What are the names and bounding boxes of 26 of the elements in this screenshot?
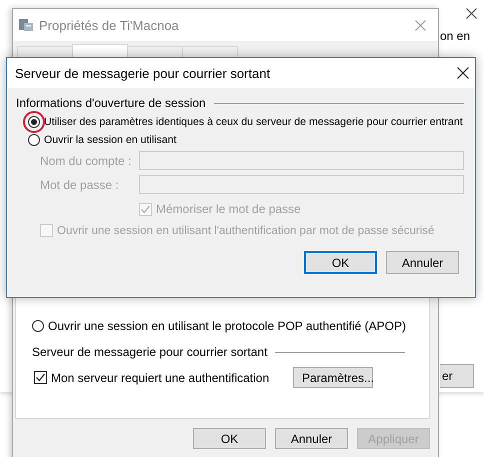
- window-title: Serveur de messagerie pour courrier sortant: [15, 66, 270, 80]
- close-icon[interactable]: [457, 67, 469, 79]
- app-icon: [19, 18, 33, 32]
- radio-button[interactable]: [28, 134, 40, 146]
- text-fragment: on en: [440, 29, 470, 43]
- radio-button[interactable]: [32, 320, 44, 332]
- dialog-button[interactable]: OK: [193, 428, 266, 449]
- window-title: Propriétés de Ti'Macnoa: [39, 18, 180, 32]
- radio-button[interactable]: [28, 116, 40, 128]
- checkbox-label: Mémoriser le mot de passe: [156, 202, 301, 216]
- dialog-button[interactable]: er: [440, 364, 474, 388]
- field-label: Nom du compte :: [40, 154, 132, 168]
- option-label: Ouvrir la session en utilisant: [44, 134, 176, 146]
- group-label: Informations d'ouverture de session: [16, 96, 206, 110]
- option-label: Ouvrir une session en utilisant le protocole POP authentifié (APOP): [48, 319, 406, 333]
- checkbox-label: Ouvrir une session en utilisant l'authentification par mot de passe sécurisé: [57, 224, 434, 236]
- dialog-button[interactable]: Annuler: [275, 428, 348, 449]
- close-icon[interactable]: [466, 8, 477, 19]
- dialog-button[interactable]: Annuler: [386, 251, 459, 274]
- settings-button[interactable]: Paramètres...: [293, 367, 373, 388]
- dialog-button[interactable]: OK: [304, 251, 377, 274]
- checkbox-label: Mon serveur requiert une authentification: [51, 370, 270, 384]
- option-label: Utiliser des paramètres identiques à ceux du serveur de messagerie pour courrier entrant: [44, 116, 463, 128]
- checkbox[interactable]: [34, 371, 47, 384]
- field-label: Mot de passe :: [40, 178, 120, 192]
- group-label: Serveur de messagerie pour courrier sortant: [32, 345, 268, 359]
